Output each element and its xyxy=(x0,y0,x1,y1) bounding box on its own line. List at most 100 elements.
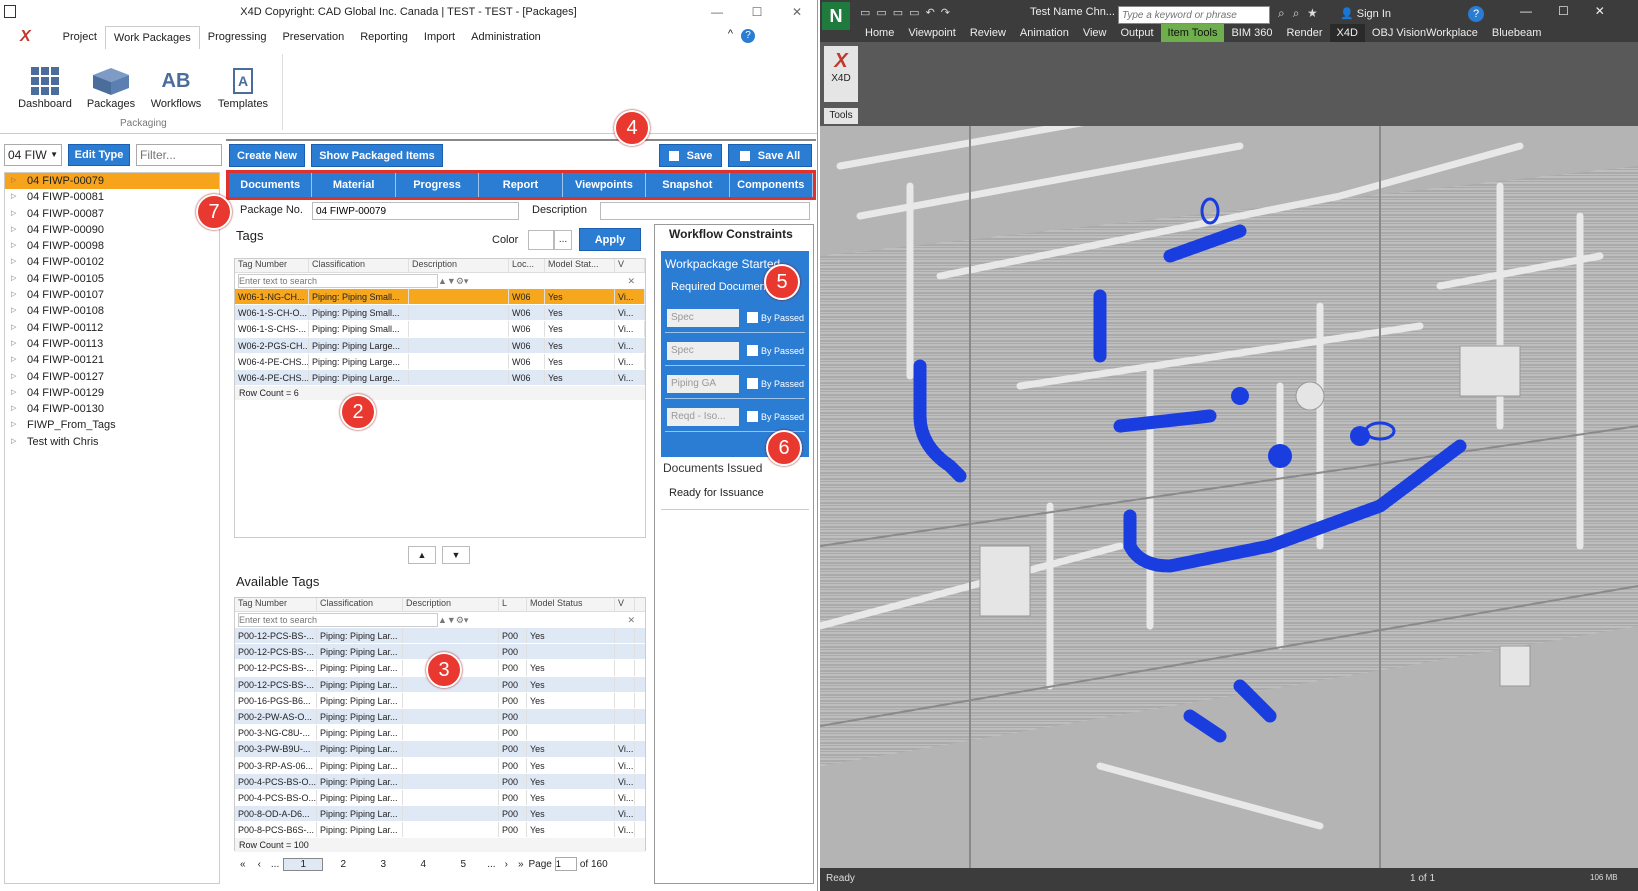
table-row[interactable]: P00-2-PW-AS-O... Piping: Piping Lar... P00 xyxy=(235,708,645,726)
sort-arrows-icon[interactable]: ▲▼ xyxy=(438,615,456,625)
page-number[interactable]: 4 xyxy=(403,859,443,870)
navis-tab[interactable]: OBJ VisionWorkplace xyxy=(1365,24,1485,42)
constraint-field[interactable]: Reqd - Iso... xyxy=(667,407,739,426)
constraint-field[interactable]: Spec xyxy=(667,308,739,327)
column-header[interactable]: Tag Number xyxy=(235,259,309,272)
column-header[interactable]: V xyxy=(615,598,635,611)
apply-button[interactable]: Apply xyxy=(579,228,641,251)
move-up-button[interactable]: ▲ xyxy=(408,546,436,564)
tab-report[interactable]: Report xyxy=(479,173,563,197)
column-header[interactable]: Classification xyxy=(317,598,403,611)
navis-window-buttons[interactable]: —☐✕ xyxy=(1520,4,1631,18)
column-header[interactable]: Description xyxy=(403,598,499,611)
last-page-icon[interactable]: » xyxy=(518,859,524,870)
table-row[interactable]: P00-3-PW-B9U-... Piping: Piping Lar... P00… xyxy=(235,741,645,758)
move-down-button[interactable]: ▼ xyxy=(442,546,470,564)
navis-tab[interactable]: Output xyxy=(1114,24,1161,42)
column-header[interactable]: Loc... xyxy=(509,259,545,272)
show-packaged-items-button[interactable]: Show Packaged Items xyxy=(311,144,443,167)
save-button[interactable]: Save xyxy=(659,144,722,167)
column-header[interactable]: Description xyxy=(409,259,509,272)
page-number[interactable]: 2 xyxy=(323,859,363,870)
clear-search-icon[interactable]: ✕ xyxy=(627,615,635,626)
navis-tab[interactable]: View xyxy=(1076,24,1114,42)
quick-access-toolbar[interactable]: ▭▭▭▭↶↷ xyxy=(860,6,956,19)
maximize-button[interactable]: ☐ xyxy=(737,0,777,24)
constraint-field[interactable]: Piping GA xyxy=(667,374,739,393)
color-swatch[interactable] xyxy=(528,230,554,250)
column-header[interactable]: V xyxy=(615,259,645,272)
tree-item[interactable]: FIWP_From_Tags xyxy=(5,417,219,433)
tab-components[interactable]: Components xyxy=(730,173,813,197)
edit-type-button[interactable]: Edit Type xyxy=(68,144,130,166)
minimize-button[interactable]: — xyxy=(697,0,737,24)
page-number[interactable]: 5 xyxy=(443,859,483,870)
tree-item[interactable]: 04 FIWP-00108 xyxy=(5,303,219,319)
filter-input[interactable] xyxy=(136,144,222,166)
page-input[interactable] xyxy=(554,857,577,871)
gear-icon[interactable]: ⚙▾ xyxy=(456,615,469,626)
help-icon[interactable]: ? xyxy=(741,29,755,43)
bypass-checkbox[interactable] xyxy=(747,345,758,356)
tree-item[interactable]: Test with Chris xyxy=(5,434,219,450)
bypass-checkbox[interactable] xyxy=(747,411,758,422)
bypass-checkbox[interactable] xyxy=(747,312,758,323)
table-row[interactable]: W06-1-NG-CH... Piping: Piping Small... W06… xyxy=(235,289,645,306)
navis-tab[interactable]: BIM 360 xyxy=(1224,24,1279,42)
table-row[interactable]: W06-1-S-CHS-... Piping: Piping Small... W0… xyxy=(235,321,645,338)
navis-tab[interactable]: X4D xyxy=(1329,24,1365,42)
page-number[interactable]: 3 xyxy=(363,859,403,870)
save-all-button[interactable]: Save All xyxy=(728,144,812,167)
table-row[interactable]: P00-8-OD-A-D6... Piping: Piping Lar... P00… xyxy=(235,806,645,823)
table-row[interactable]: W06-1-S-CH-O... Piping: Piping Small... W0… xyxy=(235,305,645,322)
tree-item[interactable]: 04 FIWP-00081 xyxy=(5,189,219,205)
templates-button[interactable]: A Templates xyxy=(212,64,274,110)
table-row[interactable]: W06-2-PGS-CH... Piping: Piping Large... W0… xyxy=(235,337,645,354)
menu-import[interactable]: Import xyxy=(416,26,463,48)
gear-icon[interactable]: ⚙▾ xyxy=(456,276,469,287)
menu-progressing[interactable]: Progressing xyxy=(200,26,275,48)
column-header[interactable]: Model Stat... xyxy=(545,259,615,272)
tab-viewpoints[interactable]: Viewpoints xyxy=(563,173,647,197)
sign-in-link[interactable]: 👤 Sign In xyxy=(1340,7,1391,20)
table-row[interactable]: P00-4-PCS-BS-O... Piping: Piping Lar... P0… xyxy=(235,789,645,807)
constraint-field[interactable]: Spec xyxy=(667,341,739,360)
tree-item[interactable]: 04 FIWP-00129 xyxy=(5,385,219,401)
menu-administration[interactable]: Administration xyxy=(463,26,549,48)
menu-project[interactable]: Project xyxy=(55,26,105,48)
tree-item[interactable]: 04 FIWP-00127 xyxy=(5,369,219,385)
navis-app-button[interactable]: N xyxy=(822,2,850,30)
close-button[interactable]: ✕ xyxy=(777,0,817,24)
column-header[interactable]: Classification xyxy=(309,259,409,272)
tab-material[interactable]: Material xyxy=(312,173,396,197)
dashboard-button[interactable]: Dashboard xyxy=(14,64,76,110)
color-picker-button[interactable]: ... xyxy=(554,230,572,250)
pager-ellipsis-2[interactable]: ... xyxy=(487,859,495,870)
pager-ellipsis[interactable]: ... xyxy=(271,859,279,870)
table-row[interactable]: P00-4-PCS-BS-O... Piping: Piping Lar... P0… xyxy=(235,773,645,790)
x4d-plugin-button[interactable]: X X4D xyxy=(824,46,858,102)
tree-item[interactable]: 04 FIWP-00130 xyxy=(5,401,219,417)
column-header[interactable]: L xyxy=(499,598,527,611)
clear-search-icon[interactable]: ✕ xyxy=(627,276,635,287)
first-page-icon[interactable]: « xyxy=(240,859,246,870)
table-row[interactable]: W06-4-PE-CHS... Piping: Piping Large... W0… xyxy=(235,369,645,387)
table-row[interactable]: P00-16-PGS-B6... Piping: Piping Lar... P00… xyxy=(235,692,645,709)
navis-help-icon[interactable]: ? xyxy=(1468,6,1484,22)
tree-item[interactable]: 04 FIWP-00105 xyxy=(5,271,219,287)
table-row[interactable]: P00-3-NG-C8U-... Piping: Piping Lar... P00 xyxy=(235,725,645,742)
navis-search-input[interactable] xyxy=(1118,6,1270,24)
tree-item[interactable]: 04 FIWP-00107 xyxy=(5,287,219,303)
page-number[interactable]: 1 xyxy=(283,857,324,871)
tab-documents[interactable]: Documents xyxy=(229,173,313,197)
navis-tab[interactable]: Render xyxy=(1279,24,1329,42)
column-header[interactable]: Tag Number xyxy=(235,598,317,611)
menu-preservation[interactable]: Preservation xyxy=(274,26,352,48)
navis-tab[interactable]: Item Tools xyxy=(1160,24,1225,42)
sort-arrows-icon[interactable]: ▲▼ xyxy=(438,276,456,286)
search-icons[interactable]: ⌕⌕★ xyxy=(1278,6,1325,21)
packages-button[interactable]: Packages xyxy=(80,64,142,110)
tree-item[interactable]: 04 FIWP-00090 xyxy=(5,222,219,238)
navis-tab[interactable]: Animation xyxy=(1013,24,1076,42)
navis-tab[interactable]: Bluebeam xyxy=(1485,24,1549,42)
